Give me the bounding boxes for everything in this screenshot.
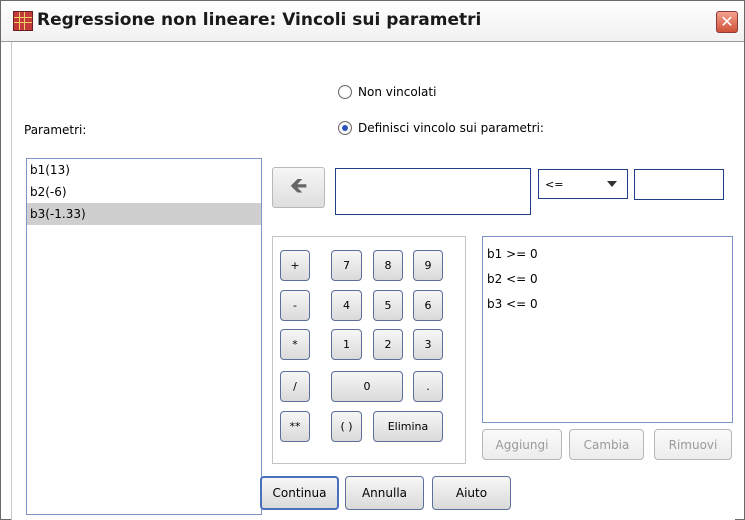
key-8[interactable]: 8 xyxy=(373,250,403,281)
constraints-list[interactable]: b1 >= 0 b2 <= 0 b3 <= 0 xyxy=(482,236,733,423)
key-parentheses[interactable]: ( ) xyxy=(331,411,362,442)
key-0[interactable]: 0 xyxy=(331,371,403,402)
operator-select[interactable]: <= xyxy=(538,169,628,199)
key-1[interactable]: 1 xyxy=(331,329,362,360)
delete-button[interactable]: Elimina xyxy=(373,411,443,442)
operator-value: <= xyxy=(545,178,564,191)
chevron-down-icon xyxy=(607,181,617,187)
continue-button[interactable]: Continua xyxy=(260,476,339,510)
parameter-item-selected[interactable]: b3(-1.33) xyxy=(27,203,261,225)
dialog-window: Regressione non lineare: Vincoli sui par… xyxy=(0,0,745,520)
keypad-panel: + 7 8 9 - 4 5 6 * 1 2 3 / 0 . ** ( ) Eli… xyxy=(272,236,466,464)
spss-table-icon xyxy=(13,11,33,31)
change-constraint-button[interactable]: Cambia xyxy=(569,429,644,460)
constraint-item[interactable]: b3 <= 0 xyxy=(483,292,732,317)
key-power[interactable]: ** xyxy=(280,411,310,442)
constraint-expression-input[interactable] xyxy=(335,168,531,215)
key-divide[interactable]: / xyxy=(280,371,310,402)
window-title: Regressione non lineare: Vincoli sui par… xyxy=(37,10,482,30)
add-constraint-button[interactable]: Aggiungi xyxy=(482,429,562,460)
left-return-arrow-icon: 🡸 xyxy=(289,173,308,199)
key-multiply[interactable]: * xyxy=(280,329,310,360)
parameters-list[interactable]: b1(13) b2(-6) b3(-1.33) xyxy=(26,158,262,515)
unconstrained-label: Non vincolati xyxy=(358,85,437,99)
constraint-value-input[interactable] xyxy=(634,169,724,200)
help-button[interactable]: Aiuto xyxy=(432,476,511,510)
unconstrained-option[interactable]: Non vincolati xyxy=(338,85,436,99)
constraint-item[interactable]: b1 >= 0 xyxy=(483,242,732,267)
constraint-item[interactable]: b2 <= 0 xyxy=(483,267,732,292)
parameter-item[interactable]: b2(-6) xyxy=(27,181,261,203)
define-constraint-option[interactable]: Definisci vincolo sui parametri: xyxy=(338,121,544,135)
key-9[interactable]: 9 xyxy=(413,250,443,281)
close-button[interactable]: ✕ xyxy=(716,11,738,33)
move-parameter-button[interactable]: 🡸 xyxy=(272,167,325,208)
define-constraint-label: Definisci vincolo sui parametri: xyxy=(358,121,544,135)
key-7[interactable]: 7 xyxy=(331,250,362,281)
key-6[interactable]: 6 xyxy=(413,290,443,321)
define-constraint-radio[interactable] xyxy=(338,121,352,135)
cancel-button[interactable]: Annulla xyxy=(345,476,424,510)
dialog-content: Non vincolati Definisci vincolo sui para… xyxy=(11,42,735,520)
parameters-label: Parametri: xyxy=(24,123,87,137)
remove-constraint-button[interactable]: Rimuovi xyxy=(654,429,732,460)
key-plus[interactable]: + xyxy=(280,250,310,281)
key-2[interactable]: 2 xyxy=(373,329,403,360)
unconstrained-radio[interactable] xyxy=(338,85,352,99)
key-3[interactable]: 3 xyxy=(413,329,443,360)
key-4[interactable]: 4 xyxy=(331,290,362,321)
title-bar: Regressione non lineare: Vincoli sui par… xyxy=(1,1,744,42)
parameter-item[interactable]: b1(13) xyxy=(27,159,261,181)
key-5[interactable]: 5 xyxy=(373,290,403,321)
key-minus[interactable]: - xyxy=(280,290,310,321)
key-dot[interactable]: . xyxy=(413,371,443,402)
